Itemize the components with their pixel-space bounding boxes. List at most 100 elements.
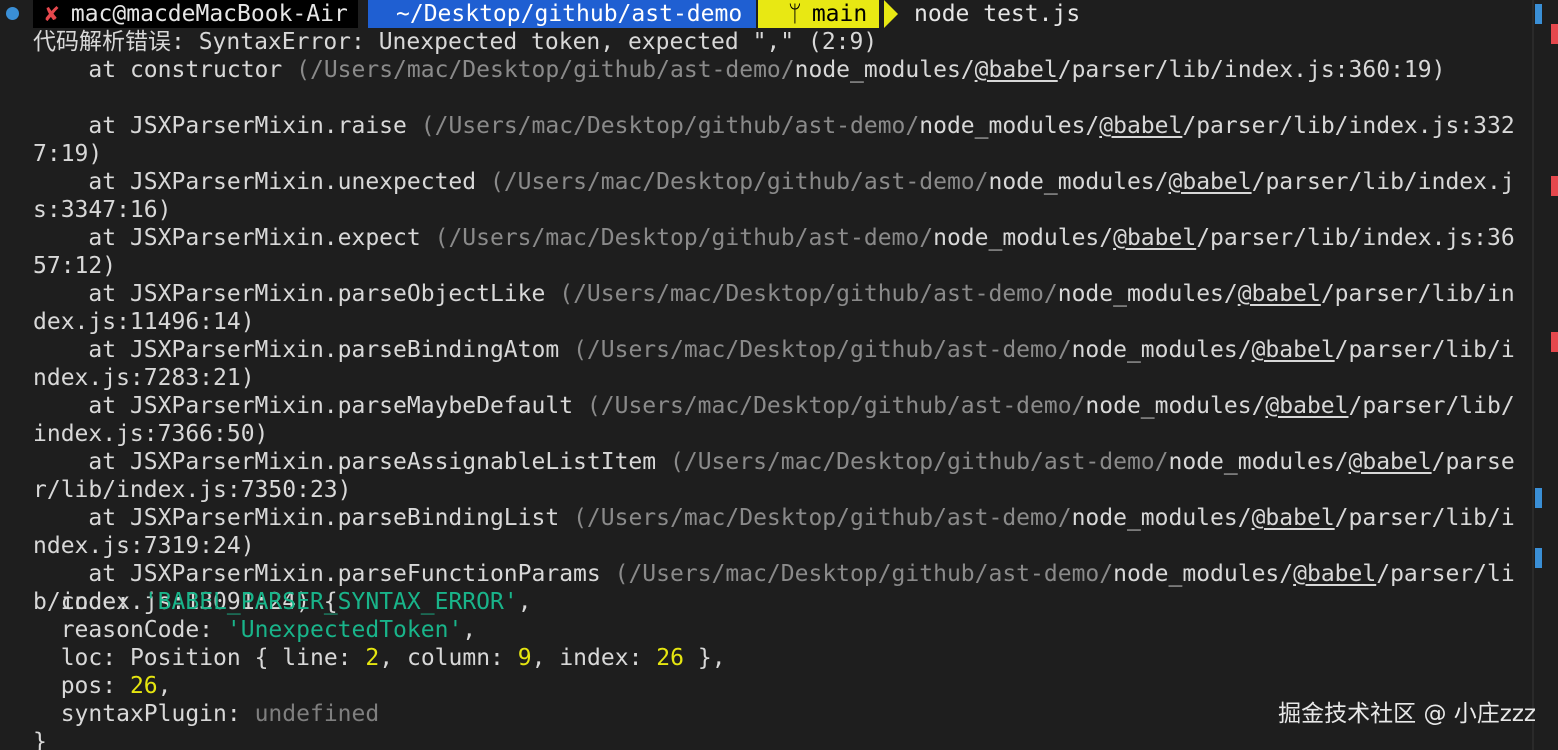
stack-path-modules: node_modules/ — [1168, 449, 1349, 475]
stack-frame-wrap: dex.js:11496:14) — [33, 309, 255, 335]
error-prop-reason: reasonCode: 'UnexpectedToken', — [60, 617, 477, 643]
error-header: 代码解析错误: SyntaxError: Unexpected token, e… — [33, 29, 878, 55]
stack-function: JSXParserMixin.parseBindingAtom — [129, 337, 560, 363]
stack-frame-wrap: 7:19) — [33, 141, 103, 167]
stack-path-modules: node_modules/ — [1057, 281, 1238, 307]
stack-path-modules: node_modules/ — [794, 57, 975, 83]
prop-key: column: — [406, 645, 504, 671]
stack-package-link[interactable]: @babel — [1265, 393, 1348, 419]
error-mark-icon — [1551, 24, 1558, 44]
prompt-path-segment: ~/Desktop/github/ast-demo — [368, 0, 757, 28]
stack-frame: at JSXParserMixin.parseMaybeDefault (/Us… — [33, 393, 1515, 419]
scrollbar[interactable] — [1532, 0, 1534, 750]
stack-path-file: /parser/lib/i — [1334, 505, 1515, 531]
stack-package-link[interactable]: @babel — [1252, 337, 1335, 363]
gutter-mark-icon — [1535, 4, 1542, 24]
stack-path: (/Users/mac/Desktop/github/ast-demo/ — [573, 337, 1072, 363]
prop-string-value: 'BABEL_PARSER_SYNTAX_ERROR' — [143, 589, 518, 615]
stack-path: (/Users/mac/Desktop/github/ast-demo/ — [586, 393, 1086, 419]
stack-frame: at JSXParserMixin.parseObjectLike (/User… — [33, 281, 1515, 307]
x-mark-icon: ✘ — [45, 1, 59, 27]
terminal-window[interactable]: ✘ mac@macdeMacBook-Air ~/Desktop/github/a… — [0, 0, 1558, 750]
prompt-branch-segment: ᛘ main — [758, 0, 880, 28]
error-close-brace: } — [33, 729, 47, 750]
stack-frame: at JSXParserMixin.parseFunctionParams (/… — [33, 561, 1515, 587]
stack-function: JSXParserMixin.parseMaybeDefault — [129, 393, 574, 419]
stack-function: JSXParserMixin.parseFunctionParams — [129, 561, 601, 587]
stack-path-file: /parser/lib/i — [1334, 337, 1515, 363]
stack-path-file: /parser/lib/ — [1348, 393, 1515, 419]
prompt-branch: main — [811, 1, 868, 27]
prop-close: }, — [697, 645, 726, 671]
stack-path-file: /parser/li — [1376, 561, 1515, 587]
prop-key: pos: — [60, 673, 117, 699]
stack-frame: at JSXParserMixin.expect (/Users/mac/Des… — [33, 225, 1515, 251]
stack-package-link[interactable]: @babel — [1252, 505, 1335, 531]
stack-package-link[interactable]: @babel — [975, 57, 1058, 83]
stack-path-file: /parser/lib/index.js:332 — [1182, 113, 1515, 139]
prop-number-value: 26 — [129, 673, 158, 699]
stack-path: (/Users/mac/Desktop/github/ast-demo/ — [434, 225, 934, 251]
stack-path: (/Users/mac/Desktop/github/ast-demo/ — [559, 281, 1058, 307]
stack-function: JSXParserMixin.parseObjectLike — [129, 281, 546, 307]
prop-key: code: — [60, 589, 130, 615]
prompt-user-host: mac@macdeMacBook-Air — [70, 1, 348, 27]
stack-frame-wrap: ndex.js:7319:24) — [33, 533, 255, 559]
stack-path-file: /parser/lib/index.js:360:19) — [1057, 57, 1446, 83]
stack-package-link[interactable]: @babel — [1293, 561, 1376, 587]
gutter-mark-icon — [1535, 488, 1542, 508]
prop-number-value: 9 — [517, 645, 532, 671]
prop-string-value: 'UnexpectedToken' — [226, 617, 463, 643]
stack-function: JSXParserMixin.parseBindingList — [129, 505, 560, 531]
prop-undefined-value: undefined — [254, 701, 380, 727]
stack-frame: at JSXParserMixin.raise (/Users/mac/Desk… — [33, 113, 1515, 139]
stack-path-modules: node_modules/ — [988, 169, 1169, 195]
stack-path: (/Users/mac/Desktop/github/ast-demo/ — [614, 561, 1114, 587]
stack-path-modules: node_modules/ — [933, 225, 1114, 251]
stack-frame-wrap: ndex.js:7283:21) — [33, 365, 255, 391]
stack-function: JSXParserMixin.raise — [129, 113, 407, 139]
stack-path-file: /parse — [1431, 449, 1515, 475]
stack-package-link[interactable]: @babel — [1238, 281, 1321, 307]
stack-frame-wrap: 57:12) — [33, 253, 117, 279]
stack-frame-wrap: index.js:7366:50) — [33, 421, 269, 447]
stack-path-modules: node_modules/ — [1071, 337, 1252, 363]
stack-path: (/Users/mac/Desktop/github/ast-demo/ — [489, 169, 989, 195]
prop-number-value: 2 — [365, 645, 380, 671]
stack-function: constructor — [129, 57, 283, 83]
stack-path: (/Users/mac/Desktop/github/ast-demo/ — [573, 505, 1072, 531]
prop-key: index: — [559, 645, 643, 671]
stack-package-link[interactable]: @babel — [1099, 113, 1182, 139]
error-prop-code: code: 'BABEL_PARSER_SYNTAX_ERROR', — [60, 589, 532, 615]
stack-frame: at JSXParserMixin.parseAssignableListIte… — [33, 449, 1515, 475]
error-mark-icon — [1551, 176, 1558, 196]
prompt-path: ~/Desktop/github/ast-demo — [396, 1, 743, 27]
gutter-mark-icon — [1535, 548, 1542, 568]
stack-package-link[interactable]: @babel — [1169, 169, 1252, 195]
stack-function: JSXParserMixin.parseAssignableListItem — [129, 449, 657, 475]
stack-function: JSXParserMixin.expect — [129, 225, 421, 251]
stack-path-modules: node_modules/ — [1071, 505, 1252, 531]
error-prop-pos: pos: 26, — [60, 673, 172, 699]
stack-package-link[interactable]: @babel — [1349, 449, 1432, 475]
stack-path-file: /parser/lib/in — [1320, 281, 1515, 307]
prompt-command[interactable]: node test.js — [914, 0, 1080, 28]
stack-package-link[interactable]: @babel — [1113, 225, 1196, 251]
stack-frame: at constructor (/Users/mac/Desktop/githu… — [33, 57, 1446, 83]
prop-key: reasonCode: — [60, 617, 214, 643]
stack-function: JSXParserMixin.unexpected — [129, 169, 477, 195]
prop-key: loc: — [60, 645, 117, 671]
stack-path: (/Users/mac/Desktop/github/ast-demo/ — [420, 113, 920, 139]
prompt-user-segment: ✘ mac@macdeMacBook-Air — [33, 0, 358, 28]
error-prop-plugin: syntaxPlugin: undefined — [33, 700, 380, 728]
stack-path-file: /parser/lib/index.j — [1251, 169, 1515, 195]
stack-path-file: /parser/lib/index.js:36 — [1196, 225, 1515, 251]
stack-path-modules: node_modules/ — [919, 113, 1100, 139]
stack-frame: at JSXParserMixin.parseBindingAtom (/Use… — [33, 337, 1515, 363]
stack-frame-wrap: r/lib/index.js:7350:23) — [33, 477, 352, 503]
error-prop-loc: loc: Position { line: 2, column: 9, inde… — [60, 645, 726, 671]
stack-path-modules: node_modules/ — [1113, 561, 1294, 587]
stack-frame: at JSXParserMixin.parseBindingList (/Use… — [33, 505, 1515, 531]
stack-path-modules: node_modules/ — [1085, 393, 1266, 419]
stack-frame: at JSXParserMixin.unexpected (/Users/mac… — [33, 169, 1515, 195]
